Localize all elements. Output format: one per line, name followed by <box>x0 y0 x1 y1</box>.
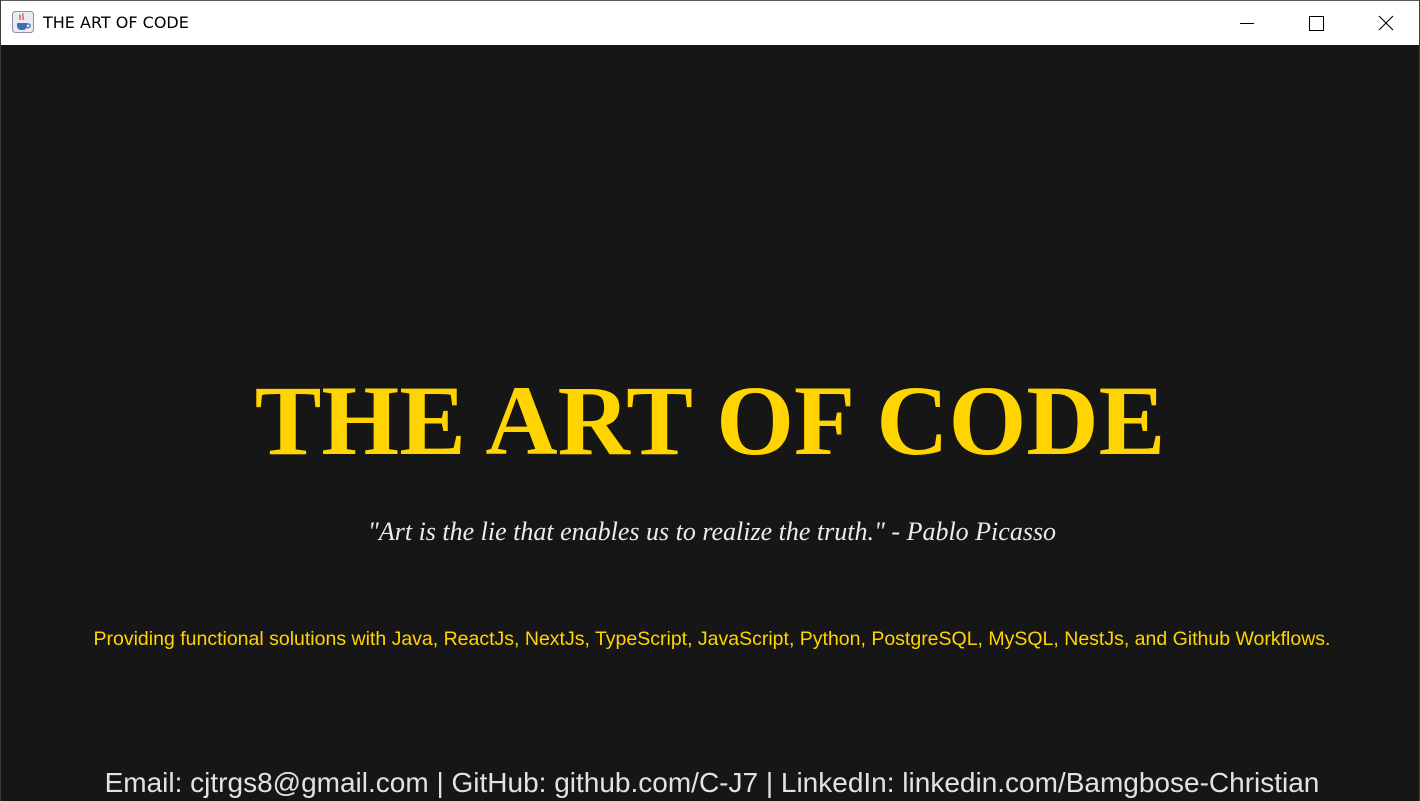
close-button[interactable] <box>1350 1 1419 45</box>
tagline: Providing functional solutions with Java… <box>93 628 1331 650</box>
contact-info: Email: cjtrgs8@gmail.com | GitHub: githu… <box>104 767 1320 798</box>
java-coffee-cup-icon[interactable] <box>12 11 34 33</box>
minimize-icon <box>1240 23 1254 24</box>
close-icon <box>1378 15 1394 31</box>
title-bar[interactable]: THE ART OF CODE <box>1 0 1419 45</box>
headline: THE ART OF CODE <box>254 365 1166 476</box>
maximize-button[interactable] <box>1281 1 1350 45</box>
content-panel: THE ART OF CODE "Art is the lie that ena… <box>1 45 1419 801</box>
minimize-button[interactable] <box>1212 1 1281 45</box>
window-title: THE ART OF CODE <box>43 13 189 32</box>
quote: "Art is the lie that enables us to reali… <box>367 517 1057 546</box>
app-window: THE ART OF CODE THE ART OF CODE "Art is … <box>0 0 1420 801</box>
maximize-icon <box>1309 16 1324 31</box>
